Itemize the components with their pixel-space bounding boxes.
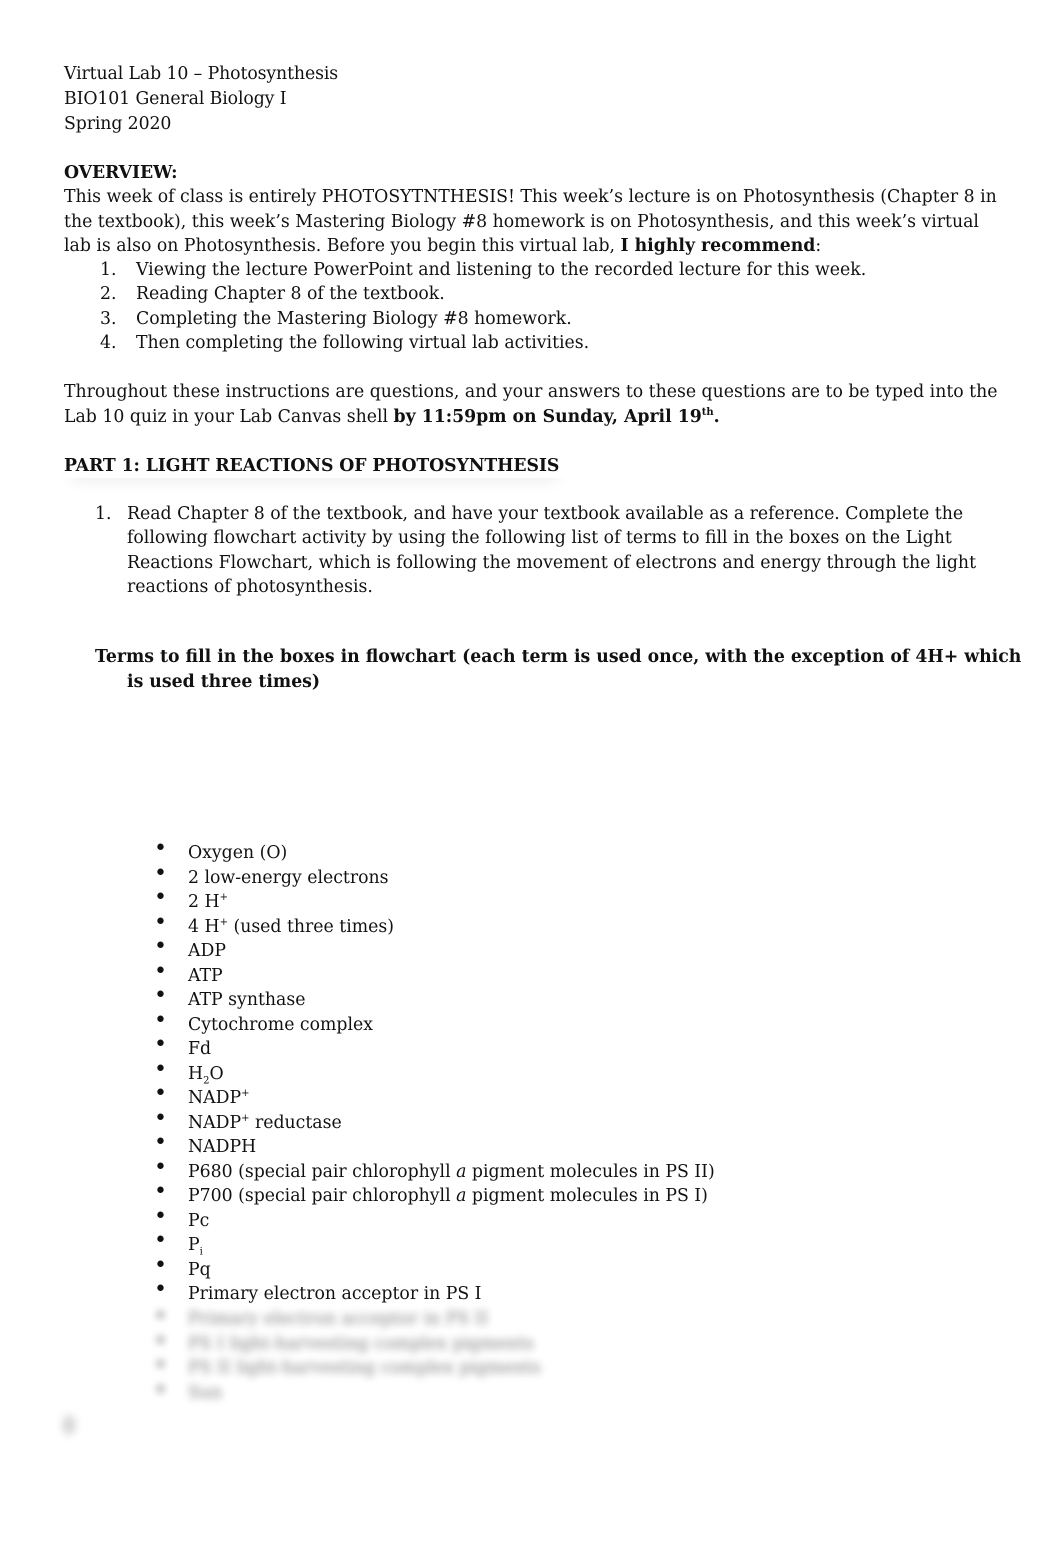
term-item: • Fd (154, 1032, 212, 1060)
recommend-emphasis: I highly recommend (620, 236, 816, 256)
term-item: • ATP synthase (154, 983, 306, 1011)
term-item: • Primary electron acceptor in PS I (154, 1277, 482, 1305)
step-item: 1. Viewing the lecture PowerPoint and lis… (100, 260, 867, 280)
term-item: • NADP+ (154, 1081, 250, 1109)
bullet-icon: • (154, 1105, 167, 1131)
part1-questions: 1. Read Chapter 8 of the textbook, and ha… (95, 502, 995, 600)
obscured-term-item: • PS I light-harvesting complex pigments (154, 1328, 534, 1354)
term-item: • Pc (154, 1203, 210, 1231)
bullet-icon: • (154, 836, 167, 861)
step-item: 3. Completing the Mastering Biology #8 ho… (100, 308, 572, 329)
overview-heading: OVERVIEW: (64, 163, 178, 183)
term-item: • P680 (special pair chlorophyll a pigmen… (154, 1154, 715, 1182)
terms-list: • Oxygen (O) • 2 low-energy electrons • 2 H+ •… (150, 836, 715, 1307)
bullet-icon: • (154, 1304, 167, 1329)
bullet-icon: • (154, 1377, 167, 1403)
bullet-icon: • (154, 885, 167, 910)
term-item: • 2 H+ (154, 885, 228, 913)
bullet-icon: • (154, 1056, 167, 1082)
obscured-term-item: • PS II light-harvesting complex pigments (154, 1353, 541, 1378)
bullet-icon: • (154, 1252, 167, 1278)
term-item: • ATP (154, 958, 223, 986)
bullet-icon: • (154, 1277, 167, 1302)
bullet-icon: • (154, 1007, 167, 1033)
part1-heading: PART 1: LIGHT REACTIONS OF PHOTOSYNTHESI… (64, 454, 565, 478)
bullet-icon: • (154, 1203, 167, 1229)
bullet-icon: • (154, 1032, 167, 1057)
term-item: • Oxygen (O) (154, 836, 288, 864)
deadline-emphasis: by 11:59pm on Sunday, April 19th. (393, 406, 720, 427)
term-item: • 2 low-energy electrons (154, 860, 389, 888)
bullet-icon: • (154, 934, 167, 959)
deadline-paragraph: Throughout these instructions are questi… (64, 382, 998, 427)
term-item: • H2O (154, 1056, 224, 1086)
bullet-icon: • (154, 1130, 167, 1155)
question-item: 1. Read Chapter 8 of the textbook, and ha… (95, 504, 977, 598)
term-item: • Cytochrome complex (154, 1007, 373, 1035)
bullet-icon: • (154, 1154, 167, 1180)
bullet-icon: • (154, 1353, 167, 1378)
bullet-icon: • (154, 1179, 167, 1204)
bullet-icon: • (154, 909, 167, 935)
term-item: • Pq (154, 1252, 211, 1280)
course-name: BIO101 General Biology I (64, 89, 287, 109)
document-page: Virtual Lab 10 – Photosynthesis BIO101 G… (0, 0, 1062, 1556)
bullet-icon: • (154, 860, 167, 886)
page-number (62, 1415, 76, 1435)
step-item: 4. Then completing the following virtual … (100, 333, 590, 354)
term-item: • P700 (special pair chlorophyll a pigmen… (154, 1179, 708, 1207)
step-item: 2. Reading Chapter 8 of the textbook. (100, 284, 445, 305)
term-item: • NADP+ reductase (154, 1105, 342, 1133)
bullet-icon: • (154, 1328, 167, 1354)
recommended-steps: 1. Viewing the lecture PowerPoint and lis… (100, 258, 866, 356)
bullet-icon: • (154, 1228, 167, 1253)
doc-title: Virtual Lab 10 – Photosynthesis (64, 64, 339, 84)
term: Spring 2020 (64, 114, 172, 134)
terms-heading: Terms to fill in the boxes in flowchart … (95, 647, 1022, 692)
obscured-terms-list: • Primary electron acceptor in PS II • PS I… (150, 1304, 541, 1405)
bullet-icon: • (154, 958, 167, 984)
obscured-term-item: • Primary electron acceptor in PS II (154, 1304, 489, 1329)
overview-intro: This week of class is entirely PHOTOSYTN… (64, 187, 997, 256)
bullet-icon: • (154, 1081, 167, 1106)
term-item: • 4 H+ (used three times) (154, 909, 394, 937)
term-item: • ADP (154, 934, 226, 962)
term-item: • Pi (154, 1228, 203, 1258)
obscured-term-item: • Sun (154, 1377, 223, 1403)
bullet-icon: • (154, 983, 167, 1008)
term-item: • NADPH (154, 1130, 257, 1158)
